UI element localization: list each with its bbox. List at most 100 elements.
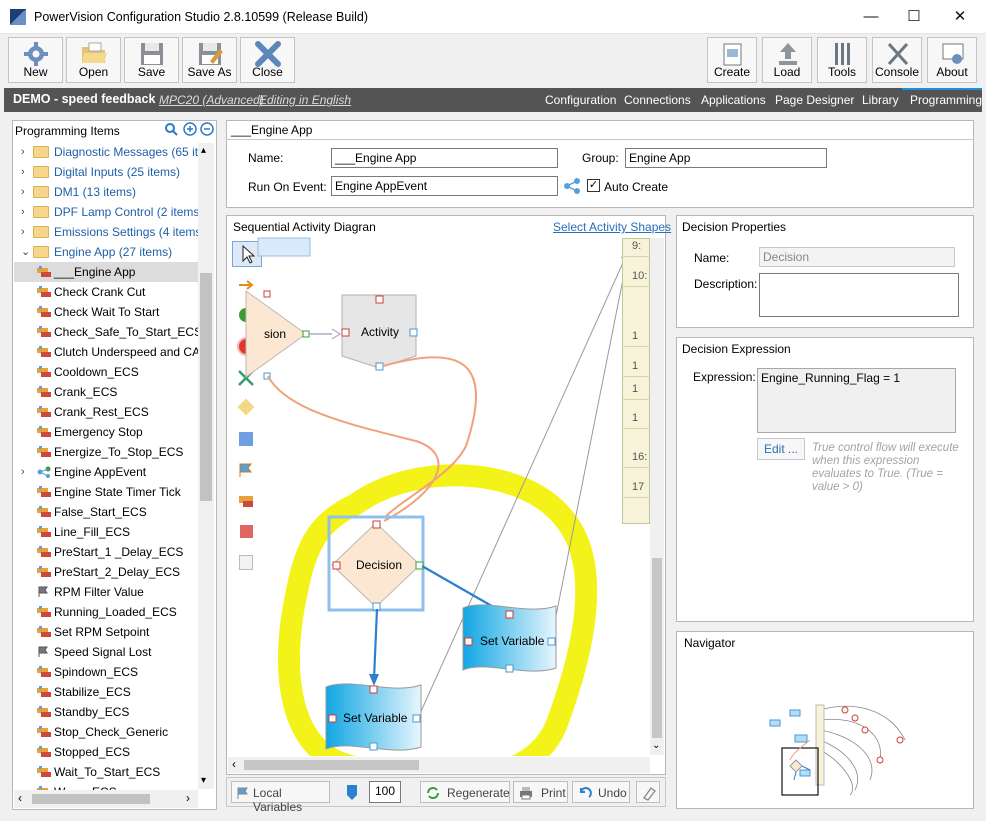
tree-item[interactable]: Check Wait To Start: [14, 302, 200, 322]
expression-input[interactable]: Engine_Running_Flag = 1: [757, 368, 956, 433]
tools-button[interactable]: Tools: [817, 37, 867, 83]
chevron-right-icon[interactable]: ›: [21, 222, 25, 242]
port[interactable]: [547, 637, 556, 646]
port[interactable]: [263, 290, 271, 298]
tree-item[interactable]: PreStart_2_Delay_ECS: [14, 562, 200, 582]
save-button[interactable]: Save: [124, 37, 179, 83]
chevron-right-icon[interactable]: ›: [21, 462, 25, 482]
diagram-vertical-scrollbar[interactable]: ⌄: [650, 238, 664, 755]
tree-item[interactable]: Cooldown_ECS: [14, 362, 200, 382]
new-button[interactable]: New: [8, 37, 63, 83]
tree-item[interactable]: Engine State Timer Tick: [14, 482, 200, 502]
scroll-thumb[interactable]: [652, 558, 662, 738]
props-description-input[interactable]: [759, 273, 959, 317]
tree-item[interactable]: False_Start_ECS: [14, 502, 200, 522]
tree-item[interactable]: Wait_To_Start_ECS: [14, 762, 200, 782]
chevron-down-icon[interactable]: ⌄: [21, 242, 30, 262]
menu-connections[interactable]: Connections: [624, 93, 691, 107]
print-button[interactable]: Print: [513, 781, 568, 803]
partial-shape-top[interactable]: [257, 237, 311, 257]
port[interactable]: [369, 742, 378, 751]
port[interactable]: [415, 561, 424, 570]
tree-item[interactable]: Energize_To_Stop_ECS: [14, 442, 200, 462]
expand-all-icon[interactable]: [183, 122, 197, 136]
clear-button[interactable]: [636, 781, 660, 803]
console-button[interactable]: Console: [872, 37, 922, 83]
tree-item[interactable]: Crank_ECS: [14, 382, 200, 402]
port[interactable]: [341, 328, 350, 337]
collapse-all-icon[interactable]: [200, 122, 214, 136]
share-icon[interactable]: [563, 177, 581, 195]
hscroll-thumb[interactable]: [244, 760, 419, 770]
chevron-right-icon[interactable]: ›: [21, 142, 25, 162]
tree-item[interactable]: Check Crank Cut: [14, 282, 200, 302]
tree-item[interactable]: Stop_Check_Generic: [14, 722, 200, 742]
scroll-up-icon[interactable]: ▴: [201, 145, 206, 156]
scroll-down-icon[interactable]: ⌄: [652, 740, 660, 751]
tree-folder-expanded[interactable]: ⌄ Engine App (27 items): [14, 242, 200, 262]
tree-item[interactable]: › Engine AppEvent: [14, 462, 200, 482]
chevron-right-icon[interactable]: ›: [21, 182, 25, 202]
load-button[interactable]: Load: [762, 37, 812, 83]
navigator-minimap[interactable]: [760, 700, 910, 800]
menu-programming[interactable]: Programming: [910, 93, 982, 107]
port[interactable]: [332, 561, 341, 570]
tree-folder[interactable]: › Emissions Settings (4 items): [14, 222, 205, 242]
blue-connector[interactable]: [372, 608, 379, 680]
tree-folder[interactable]: › DPF Lamp Control (2 items): [14, 202, 203, 222]
port[interactable]: [302, 330, 310, 338]
menu-library[interactable]: Library: [862, 93, 899, 107]
menu-configuration[interactable]: Configuration: [545, 93, 616, 107]
scroll-thumb[interactable]: [200, 273, 212, 501]
open-button[interactable]: Open: [66, 37, 121, 83]
device-link[interactable]: MPC20 (Advanced): [159, 93, 264, 107]
zoom-input[interactable]: 100: [369, 781, 401, 803]
tree-item[interactable]: Running_Loaded_ECS: [14, 602, 200, 622]
port[interactable]: [505, 664, 514, 673]
port[interactable]: [464, 637, 473, 646]
chevron-right-icon[interactable]: ›: [21, 162, 25, 182]
port[interactable]: [409, 328, 418, 337]
tree-item[interactable]: Emergency Stop: [14, 422, 200, 442]
group-input[interactable]: Engine App: [625, 148, 827, 168]
menu-applications[interactable]: Applications: [701, 93, 766, 107]
menu-page-designer[interactable]: Page Designer: [775, 93, 854, 107]
port[interactable]: [375, 362, 384, 371]
tree-item[interactable]: Crank_Rest_ECS: [14, 402, 200, 422]
chevron-right-icon[interactable]: ›: [21, 202, 25, 222]
tree-horizontal-scrollbar[interactable]: ‹ ›: [14, 790, 198, 808]
diagram-horizontal-scrollbar[interactable]: ‹: [228, 757, 650, 773]
edit-expression-button[interactable]: Edit ...: [757, 438, 805, 460]
tree-item[interactable]: Clutch Underspeed and CAN: [14, 342, 209, 362]
select-activity-shapes-link[interactable]: Select Activity Shapes: [553, 220, 671, 234]
port[interactable]: [375, 295, 384, 304]
port[interactable]: [372, 602, 381, 611]
minimize-button[interactable]: —: [848, 0, 894, 34]
maximize-button[interactable]: ☐: [891, 0, 937, 34]
tree-folder[interactable]: › Diagnostic Messages (65 items: [14, 142, 214, 162]
port[interactable]: [505, 610, 514, 619]
tree-item[interactable]: Line_Fill_ECS: [14, 522, 200, 542]
save-as-button[interactable]: Save As: [182, 37, 237, 83]
close-window-button[interactable]: ✕: [937, 0, 983, 34]
tree-item[interactable]: RPM Filter Value: [14, 582, 200, 602]
about-button[interactable]: About: [927, 37, 977, 83]
tree-vertical-scrollbar[interactable]: ▴ ▾: [198, 143, 214, 789]
tree-item[interactable]: Stopped_ECS: [14, 742, 200, 762]
tree-item[interactable]: ___Engine App: [14, 262, 200, 282]
language-link[interactable]: Editing in English: [259, 93, 351, 107]
scroll-right-icon[interactable]: ›: [186, 791, 190, 805]
tree-item[interactable]: Speed Signal Lost: [14, 642, 200, 662]
tree-item[interactable]: Spindown_ECS: [14, 662, 200, 682]
tree-item[interactable]: Standby_ECS: [14, 702, 200, 722]
port[interactable]: [369, 685, 378, 694]
scroll-left-icon[interactable]: ‹: [18, 791, 22, 805]
zoom-slider-icon[interactable]: [345, 783, 359, 801]
port[interactable]: [412, 714, 421, 723]
tree-folder[interactable]: › Digital Inputs (25 items): [14, 162, 200, 182]
auto-create-checkbox[interactable]: ✓: [587, 179, 600, 192]
diagram-canvas[interactable]: sion Activity Decision Set Variable Set …: [226, 236, 666, 756]
props-name-input[interactable]: Decision: [759, 247, 955, 267]
create-button[interactable]: Create: [707, 37, 757, 83]
regenerate-button[interactable]: Regenerate: [420, 781, 510, 803]
